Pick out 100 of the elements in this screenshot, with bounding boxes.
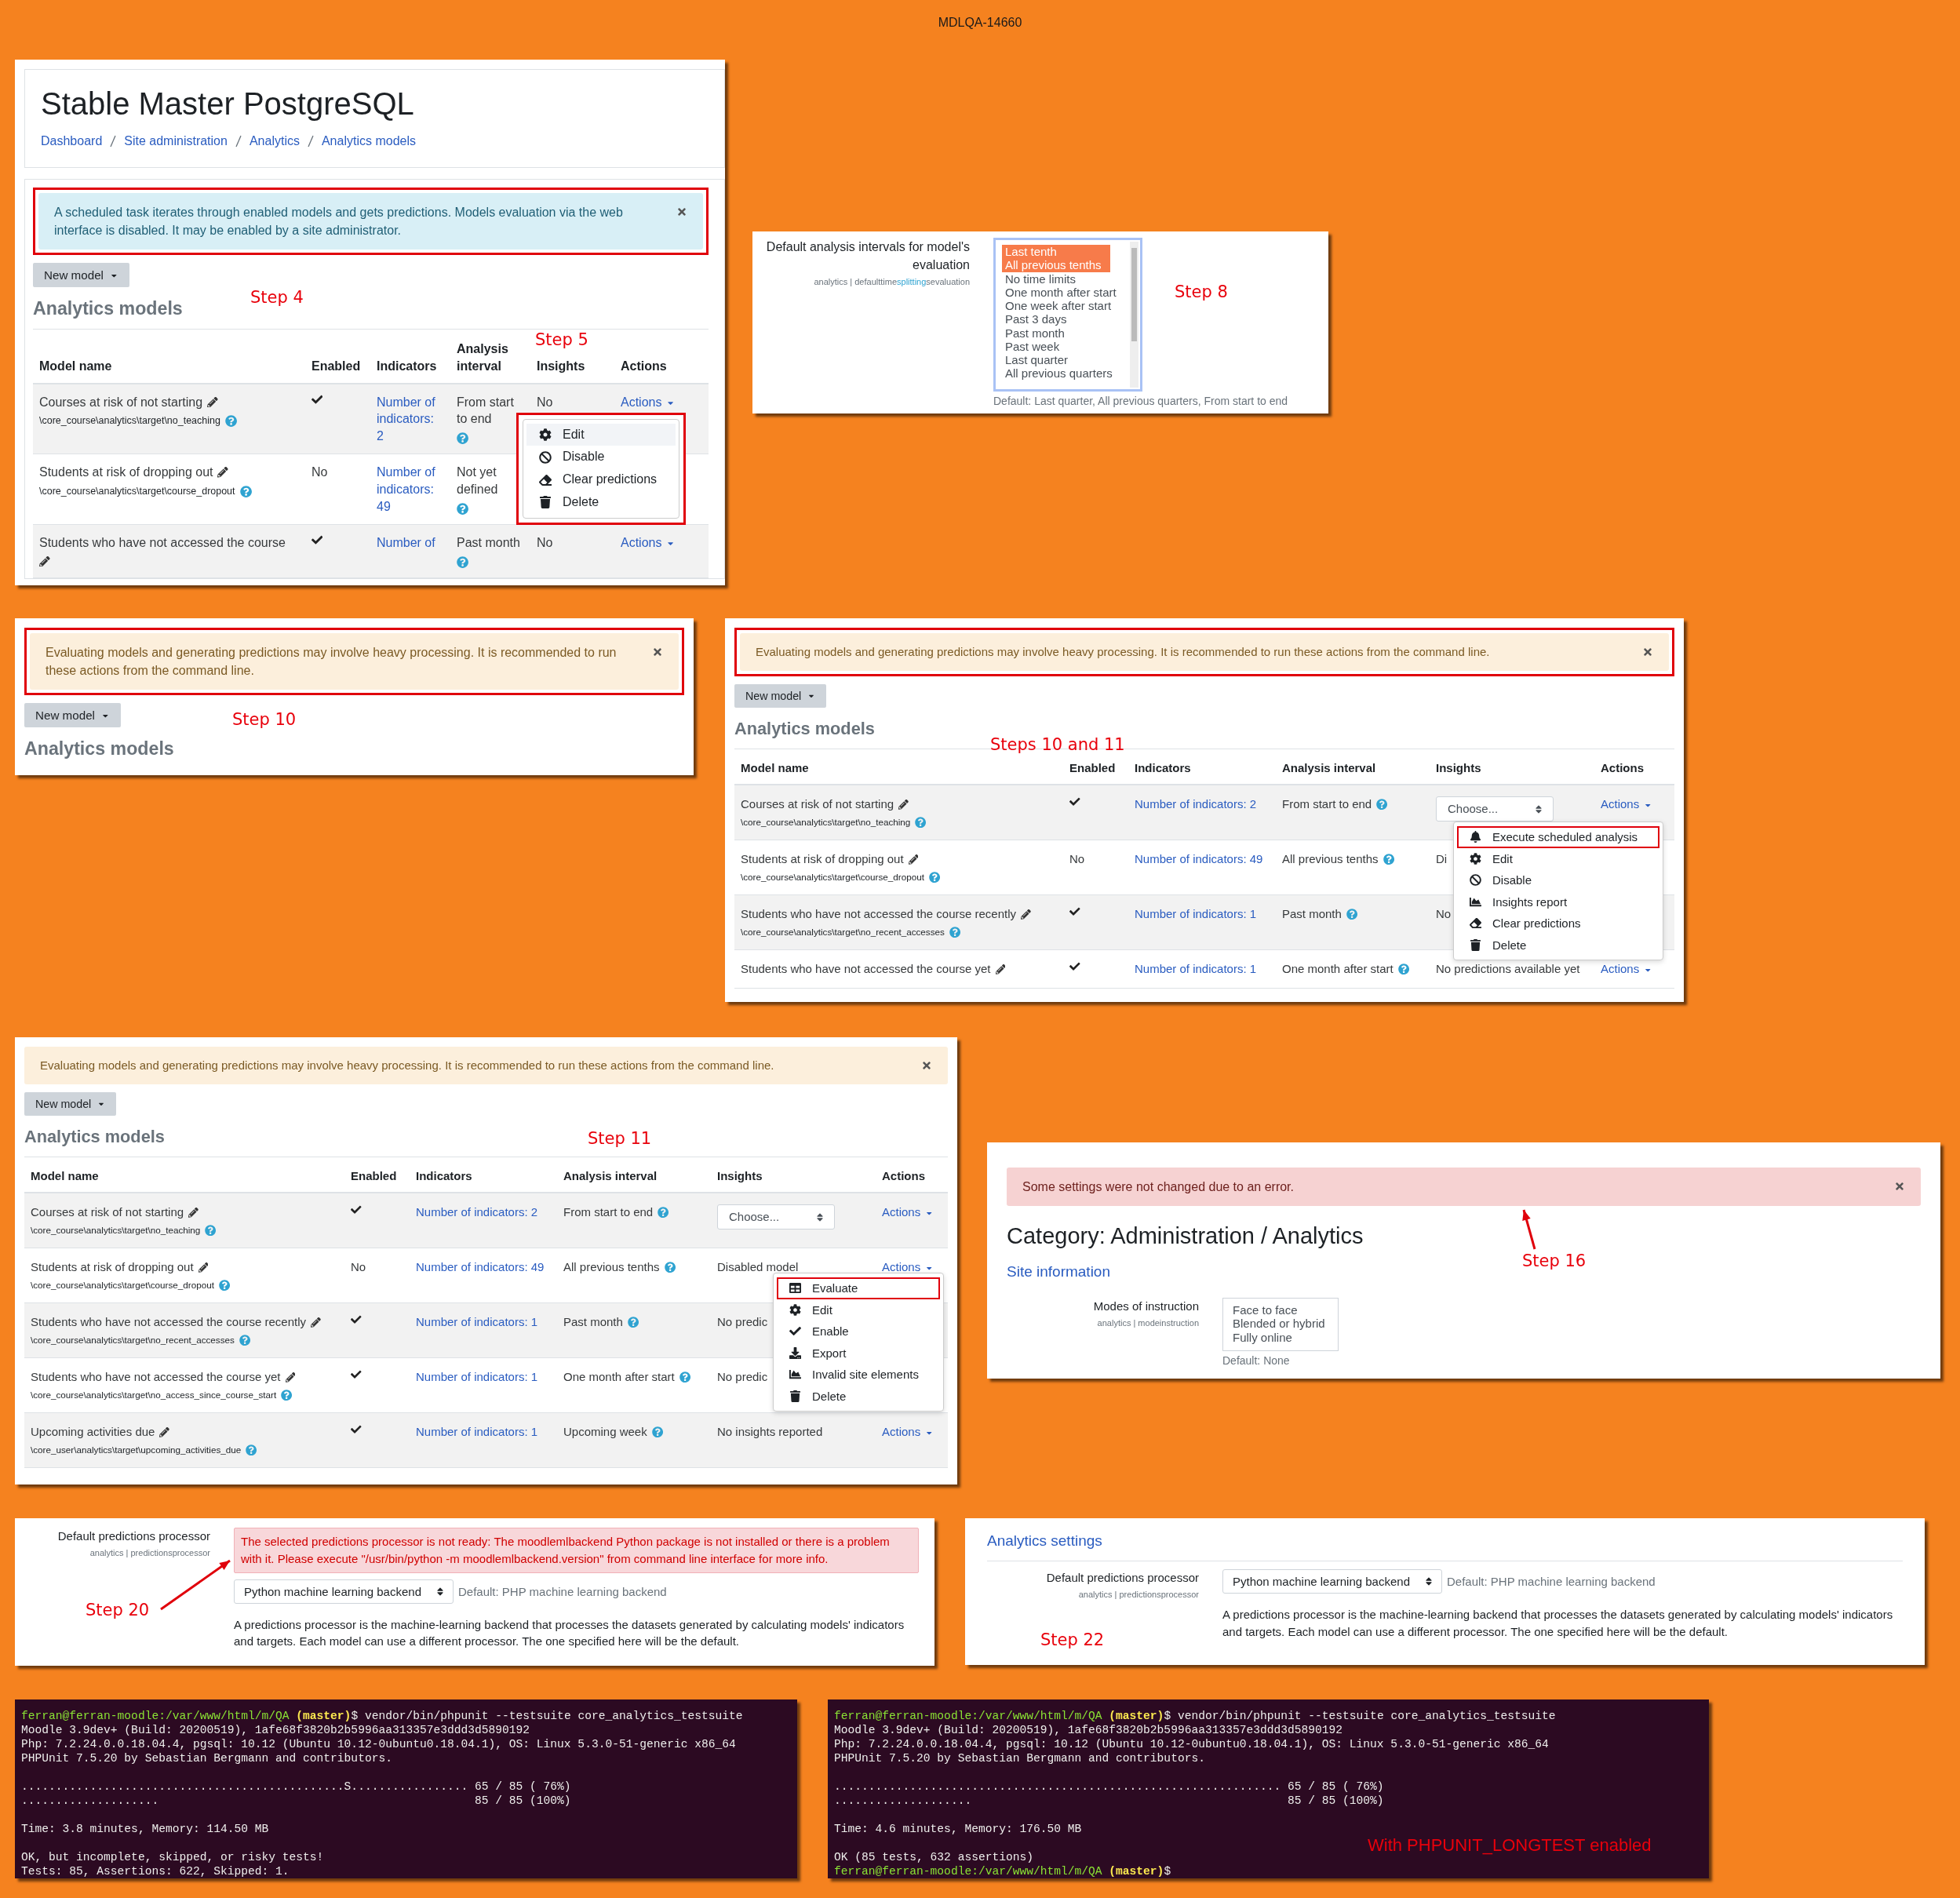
help-icon[interactable] bbox=[1346, 909, 1358, 920]
help-icon[interactable] bbox=[627, 1317, 639, 1328]
breadcrumb-link[interactable]: Site administration bbox=[124, 134, 228, 148]
close-icon[interactable] bbox=[921, 1060, 932, 1071]
help-icon[interactable] bbox=[658, 1207, 669, 1219]
insights-select[interactable]: Choose... bbox=[717, 1204, 835, 1230]
menu-item[interactable]: Disable bbox=[1457, 869, 1659, 891]
pencil-icon[interactable] bbox=[898, 799, 909, 810]
menu-item[interactable]: Disable bbox=[526, 446, 676, 469]
listbox-option[interactable]: All previous quarters bbox=[1002, 366, 1116, 381]
pencil-icon[interactable] bbox=[188, 1207, 199, 1218]
pencil-icon[interactable] bbox=[285, 1372, 296, 1383]
pencil-icon[interactable] bbox=[217, 467, 229, 478]
menu-item[interactable]: Clear predictions bbox=[526, 468, 676, 491]
new-model-button[interactable]: New model bbox=[24, 1091, 117, 1116]
section-link[interactable]: Site information bbox=[1007, 1263, 1110, 1281]
indicators-link[interactable]: Number of indicators: 1 bbox=[416, 1314, 538, 1331]
processor-select[interactable]: Python machine learning backend bbox=[234, 1579, 454, 1604]
menu-item[interactable]: Insights report bbox=[1457, 891, 1659, 913]
breadcrumb-link[interactable]: Analytics bbox=[249, 134, 300, 148]
listbox-option[interactable]: Face to face bbox=[1230, 1303, 1301, 1317]
help-icon[interactable] bbox=[457, 432, 469, 444]
indicators-link[interactable]: Number of indicators: 1 bbox=[1135, 906, 1257, 923]
help-icon[interactable] bbox=[218, 1280, 231, 1291]
breadcrumb-link[interactable]: Analytics models bbox=[321, 134, 416, 148]
pencil-icon[interactable] bbox=[995, 964, 1006, 975]
help-icon[interactable] bbox=[1383, 854, 1394, 865]
insights-select[interactable]: Choose... bbox=[1436, 796, 1554, 822]
listbox-option[interactable]: Past month bbox=[1002, 326, 1068, 340]
indicators-link[interactable]: Number of indicators: 1 bbox=[1135, 961, 1257, 978]
menu-item[interactable]: Execute scheduled analysis bbox=[1457, 826, 1659, 848]
help-icon[interactable] bbox=[1376, 799, 1388, 811]
help-icon[interactable] bbox=[679, 1372, 690, 1383]
indicators-link[interactable]: Number of indicators: 2 bbox=[1135, 796, 1257, 813]
pencil-icon[interactable] bbox=[908, 854, 919, 865]
interval-listbox[interactable]: Last tenth All previous tenths No time limits One month after start One week after start Past 3 days Past month Past week Last quarter All previous quarters bbox=[993, 238, 1142, 392]
pencil-icon[interactable] bbox=[311, 1317, 321, 1328]
listbox-option[interactable]: Past 3 days bbox=[1002, 312, 1070, 326]
menu-item[interactable]: Evaluate bbox=[777, 1277, 940, 1299]
menu-item[interactable]: Export bbox=[777, 1342, 940, 1364]
actions-menu-link[interactable]: Actions bbox=[1601, 961, 1652, 978]
indicators-link[interactable]: Number of indicators: 2 bbox=[377, 393, 444, 445]
listbox-option[interactable]: No time limits bbox=[1002, 271, 1079, 286]
menu-item[interactable]: Delete bbox=[777, 1385, 940, 1408]
indicators-link[interactable]: Number of indicators: 49 bbox=[416, 1259, 545, 1276]
new-model-button[interactable]: New model bbox=[24, 703, 121, 728]
menu-item[interactable]: Clear predictions bbox=[1457, 913, 1659, 934]
listbox-option[interactable]: Blended or hybrid bbox=[1230, 1317, 1328, 1331]
menu-item[interactable]: Invalid site elements bbox=[777, 1364, 940, 1386]
help-icon[interactable] bbox=[928, 872, 941, 883]
pencil-icon[interactable] bbox=[159, 1426, 170, 1437]
listbox-option[interactable]: Past week bbox=[1002, 339, 1063, 353]
breadcrumb-link[interactable]: Dashboard bbox=[41, 134, 103, 148]
indicators-link[interactable]: Number of indicators: 49 bbox=[377, 464, 444, 515]
scrollbar[interactable] bbox=[1130, 242, 1138, 388]
actions-menu-link[interactable]: Actions bbox=[882, 1259, 934, 1276]
menu-item[interactable]: Delete bbox=[526, 490, 676, 514]
new-model-button[interactable]: New model bbox=[734, 683, 827, 708]
close-icon[interactable] bbox=[1642, 647, 1653, 658]
help-icon[interactable] bbox=[224, 415, 237, 428]
help-icon[interactable] bbox=[457, 502, 469, 515]
pencil-icon[interactable] bbox=[207, 396, 218, 408]
actions-menu-link[interactable]: Actions bbox=[1601, 796, 1652, 813]
listbox-option[interactable]: Fully online bbox=[1230, 1330, 1295, 1344]
pencil-icon[interactable] bbox=[1021, 909, 1031, 920]
actions-menu-link[interactable]: Actions bbox=[621, 393, 676, 411]
help-icon[interactable] bbox=[949, 927, 961, 938]
help-icon[interactable] bbox=[246, 1444, 257, 1456]
close-icon[interactable] bbox=[676, 206, 687, 217]
modes-listbox[interactable]: Face to face Blended or hybrid Fully online bbox=[1222, 1298, 1339, 1352]
menu-item[interactable]: Enable bbox=[777, 1321, 940, 1342]
menu-item[interactable]: Edit bbox=[526, 423, 676, 446]
indicators-link[interactable]: Number of bbox=[377, 534, 435, 552]
help-icon[interactable] bbox=[205, 1225, 217, 1237]
actions-menu-link[interactable]: Actions bbox=[882, 1204, 934, 1221]
listbox-option[interactable]: One week after start bbox=[1002, 299, 1115, 313]
close-icon[interactable] bbox=[652, 647, 663, 658]
actions-menu-link[interactable]: Actions bbox=[621, 534, 676, 552]
listbox-option[interactable]: One month after start bbox=[1002, 285, 1120, 299]
menu-item[interactable]: Edit bbox=[777, 1299, 940, 1321]
help-icon[interactable] bbox=[239, 485, 252, 497]
listbox-option[interactable]: Last quarter bbox=[1002, 353, 1072, 367]
indicators-link[interactable]: Number of indicators: 2 bbox=[416, 1204, 538, 1221]
help-icon[interactable] bbox=[1397, 964, 1409, 975]
help-icon[interactable] bbox=[915, 817, 927, 829]
pencil-icon[interactable] bbox=[39, 556, 50, 567]
indicators-link[interactable]: Number of indicators: 1 bbox=[416, 1369, 538, 1386]
pencil-icon[interactable] bbox=[198, 1262, 209, 1273]
menu-item[interactable]: Edit bbox=[1457, 847, 1659, 869]
new-model-button[interactable]: New model bbox=[33, 263, 129, 288]
menu-item[interactable]: Delete bbox=[1457, 934, 1659, 956]
help-icon[interactable] bbox=[457, 556, 469, 568]
indicators-link[interactable]: Number of indicators: 1 bbox=[416, 1424, 538, 1441]
actions-menu-link[interactable]: Actions bbox=[882, 1424, 934, 1441]
help-icon[interactable] bbox=[664, 1262, 676, 1273]
help-icon[interactable] bbox=[281, 1390, 293, 1401]
indicators-link[interactable]: Number of indicators: 49 bbox=[1135, 851, 1263, 868]
close-icon[interactable] bbox=[1894, 1181, 1905, 1192]
help-icon[interactable] bbox=[651, 1426, 663, 1438]
processor-select[interactable]: Python machine learning backend bbox=[1222, 1569, 1442, 1594]
